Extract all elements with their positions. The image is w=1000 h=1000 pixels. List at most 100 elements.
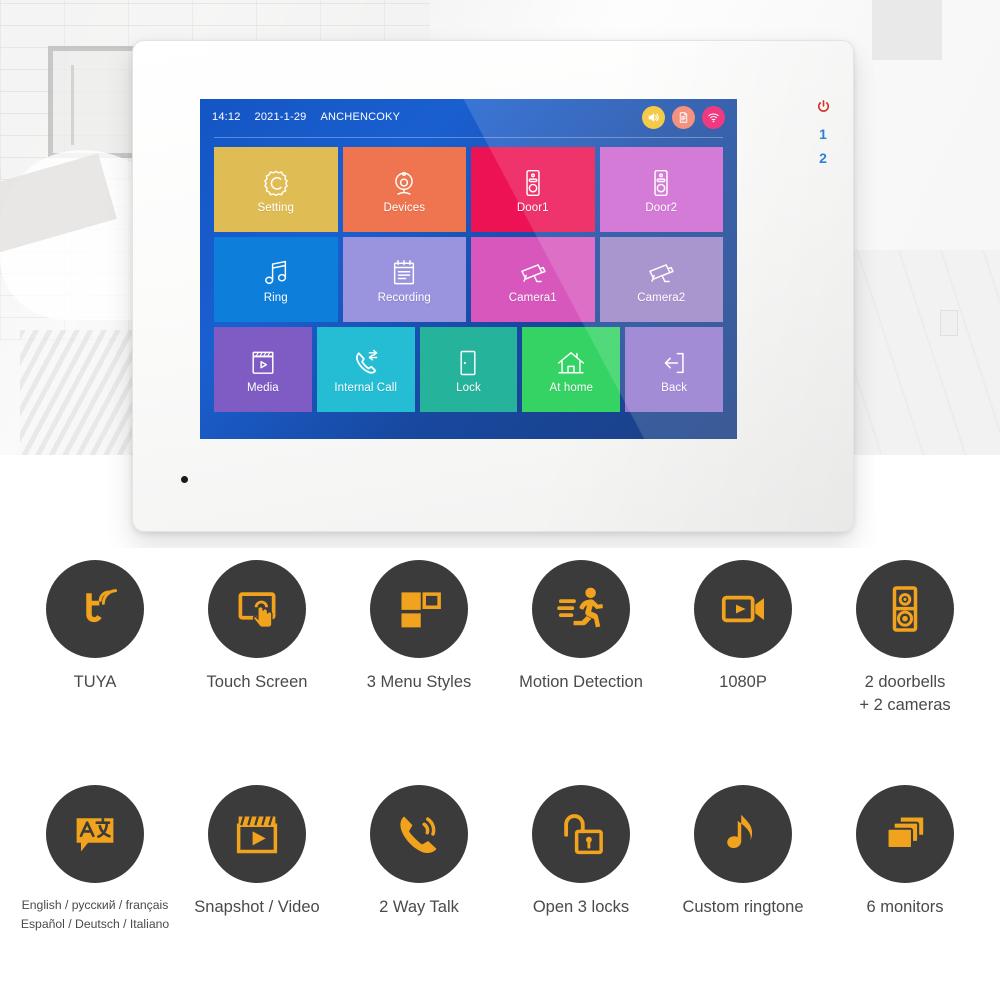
wall-picture-frame [48, 46, 140, 158]
video-intercom-monitor: 1 2 14:12 2021-1-29 ANCHENCOKY Setting D… [132, 40, 854, 532]
status-bar-icons [642, 105, 725, 129]
document-lines-icon [387, 256, 421, 290]
tile-ring[interactable]: Ring [214, 237, 338, 322]
doorbell-panel-icon [856, 560, 954, 658]
running-person-icon [532, 560, 630, 658]
doorbell-icon [644, 166, 678, 200]
translate-icon [46, 785, 144, 883]
unlock-icon [532, 785, 630, 883]
feature-label: Snapshot / Video [194, 898, 320, 916]
tile-label: Media [246, 381, 279, 394]
feature-row-1: TUYA Touch Screen 3 Menu Styles Motion D… [14, 560, 986, 785]
feature-1080p: 1080P [662, 560, 824, 785]
feature-custom-ringtone: Custom ringtone [662, 785, 824, 1000]
tile-at-home[interactable]: At home [522, 327, 621, 412]
feature-label: Motion Detection [519, 673, 643, 691]
feature-languages: English / русский / français Español / D… [14, 785, 176, 1000]
door-icon [451, 346, 485, 380]
menu-styles-icon [370, 560, 468, 658]
status-bar: 14:12 2021-1-29 ANCHENCOKY [200, 99, 737, 135]
feature-touch-screen: Touch Screen [176, 560, 338, 785]
feature-label: TUYA [73, 673, 117, 691]
tile-label: Setting [257, 201, 294, 214]
music-note-icon [259, 256, 293, 290]
feature-label: 6 monitors [866, 898, 944, 916]
tile-door1[interactable]: Door1 [471, 147, 595, 232]
feature-label: Touch Screen [206, 673, 308, 691]
feature-label: 3 Menu Styles [366, 673, 472, 691]
music-note-solid-icon [694, 785, 792, 883]
document-icon[interactable] [672, 105, 695, 129]
feature-snapshot-video: Snapshot / Video [176, 785, 338, 1000]
tile-camera2[interactable]: Camera2 [599, 237, 723, 322]
menu-row-3: Media Internal Call Lock At home Back [214, 327, 723, 412]
feature-open-3-locks: Open 3 locks [500, 785, 662, 1000]
power-icon[interactable] [816, 99, 831, 117]
feature-label: Custom ringtone [682, 898, 804, 916]
feature-label: English / русский / français Español / D… [20, 898, 170, 931]
multi-screens-icon [856, 785, 954, 883]
tile-media[interactable]: Media [214, 327, 312, 412]
video-camera-icon [694, 560, 792, 658]
cctv-camera-icon [644, 256, 678, 290]
feature-label: 2 Way Talk [379, 898, 459, 916]
feature-motion-detection: Motion Detection [500, 560, 662, 785]
hero-section: 1 2 14:12 2021-1-29 ANCHENCOKY Setting D… [0, 0, 1000, 548]
feature-tuya: TUYA [14, 560, 176, 785]
tile-label: Door2 [645, 201, 678, 214]
phone-talk-icon [370, 785, 468, 883]
tile-label: Devices [383, 201, 426, 214]
tile-devices[interactable]: Devices [342, 147, 466, 232]
tile-internal-call[interactable]: Internal Call [316, 327, 415, 412]
phone-transfer-icon [349, 346, 383, 380]
doorbell-icon [516, 166, 550, 200]
status-bar-divider [214, 137, 723, 138]
tile-label: Lock [456, 381, 481, 394]
tile-recording[interactable]: Recording [342, 237, 466, 322]
status-brand: ANCHENCOKY [320, 111, 401, 123]
tile-door2[interactable]: Door2 [599, 147, 723, 232]
microphone-hole [181, 476, 188, 483]
tile-setting[interactable]: Setting [214, 147, 338, 232]
feature-label: Open 3 locks [532, 898, 630, 916]
feature-6-monitors: 6 monitors [824, 785, 986, 1000]
tile-label: Camera2 [637, 291, 686, 304]
speaker-icon[interactable] [642, 105, 665, 129]
feature-row-2: English / русский / français Español / D… [14, 785, 986, 1000]
wall-outlet [940, 310, 958, 336]
house-icon [554, 346, 588, 380]
indicator-number-1: 1 [819, 126, 827, 142]
tile-lock[interactable]: Lock [419, 327, 518, 412]
tile-back[interactable]: Back [625, 327, 723, 412]
feature-doorbells-cameras: 2 doorbells + 2 cameras [824, 560, 986, 785]
feature-highlights: TUYA Touch Screen 3 Menu Styles Motion D… [0, 560, 1000, 1000]
status-date: 2021-1-29 [254, 111, 307, 123]
webcam-icon [387, 166, 421, 200]
gear-icon [259, 166, 293, 200]
menu-grid: Setting Devices Door1 Door2 Ring Recordi… [214, 147, 723, 412]
feature-menu-styles: 3 Menu Styles [338, 560, 500, 785]
feature-label: 1080P [719, 673, 767, 691]
exit-arrow-icon [657, 346, 691, 380]
film-play-icon [208, 785, 306, 883]
tile-label: Recording [377, 291, 431, 304]
right-wall-panel [872, 0, 942, 60]
cctv-camera-icon [516, 256, 550, 290]
touch-screen-icon [208, 560, 306, 658]
wifi-icon[interactable] [702, 105, 725, 129]
feature-label: 2 doorbells + 2 cameras [859, 673, 951, 715]
tile-label: Back [661, 381, 688, 394]
tile-label: Internal Call [334, 381, 398, 394]
tile-label: Ring [263, 291, 288, 304]
tuya-logo-icon [46, 560, 144, 658]
touch-screen-display[interactable]: 14:12 2021-1-29 ANCHENCOKY Setting Devic… [200, 99, 737, 439]
status-time: 14:12 [212, 111, 241, 123]
tile-label: Door1 [516, 201, 549, 214]
feature-2-way-talk: 2 Way Talk [338, 785, 500, 1000]
tile-camera1[interactable]: Camera1 [471, 237, 595, 322]
side-indicator-strip: 1 2 [809, 99, 837, 165]
tile-label: At home [549, 381, 594, 394]
clapperboard-icon [246, 346, 280, 380]
indicator-number-2: 2 [819, 150, 827, 166]
tile-label: Camera1 [508, 291, 557, 304]
